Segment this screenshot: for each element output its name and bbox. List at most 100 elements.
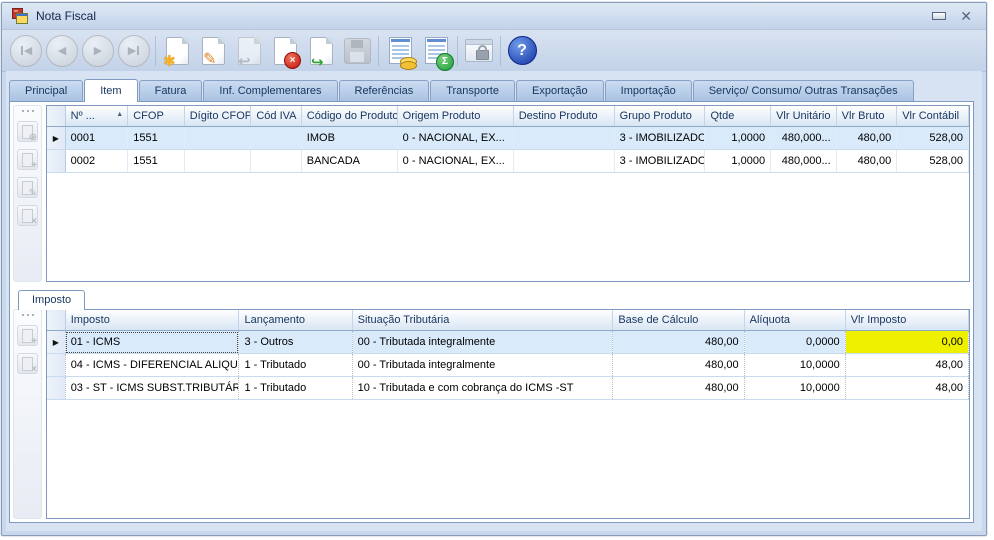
- column-header-cod-iva[interactable]: Cód IVA: [251, 106, 301, 127]
- cell[interactable]: 1551: [128, 150, 185, 173]
- column-header-lancamento[interactable]: Lançamento: [239, 310, 352, 331]
- cell[interactable]: 3 - Outros: [239, 331, 352, 354]
- column-header-cfop[interactable]: CFOP: [128, 106, 185, 127]
- cell[interactable]: [184, 127, 251, 150]
- column-header-n[interactable]: Nº ...▲: [65, 106, 128, 127]
- cell[interactable]: 10,0000: [744, 377, 845, 400]
- tab-imposto[interactable]: Imposto: [18, 290, 85, 310]
- new-record-button[interactable]: ✱: [159, 33, 195, 69]
- tab-importacao[interactable]: Importação: [605, 80, 692, 101]
- cell[interactable]: 48,00: [845, 354, 968, 377]
- cell[interactable]: [251, 127, 301, 150]
- column-header-origem-produto[interactable]: Origem Produto: [397, 106, 513, 127]
- cell[interactable]: 480,00: [836, 127, 897, 150]
- column-header-grupo-produto[interactable]: Grupo Produto: [614, 106, 705, 127]
- column-header-imposto[interactable]: Imposto: [65, 310, 239, 331]
- cell[interactable]: BANCADA: [301, 150, 397, 173]
- next-record-button[interactable]: ▶: [80, 33, 116, 69]
- items-grid: Nº ...▲CFOPDígito CFOPCód IVACódigo do P…: [46, 105, 970, 282]
- save-button[interactable]: [339, 33, 375, 69]
- column-header-vlr-imposto[interactable]: Vlr Imposto: [845, 310, 968, 331]
- edit-record-button[interactable]: ✎: [195, 33, 231, 69]
- cell[interactable]: 3 - IMOBILIZADO: [614, 150, 705, 173]
- cell[interactable]: [513, 150, 614, 173]
- tab-exportacao[interactable]: Exportação: [516, 80, 604, 101]
- cell[interactable]: 480,00: [613, 377, 744, 400]
- tab-transporte[interactable]: Transporte: [430, 80, 515, 101]
- row-indicator[interactable]: ▶: [47, 127, 65, 150]
- close-button[interactable]: ✕: [960, 11, 972, 21]
- cell[interactable]: [184, 150, 251, 173]
- item-detail-button[interactable]: ⊕: [17, 121, 38, 142]
- column-header-base-de-calculo[interactable]: Base de Cálculo: [613, 310, 744, 331]
- cell[interactable]: 03 - ST - ICMS SUBST.TRIBUTÁRIA: [65, 377, 239, 400]
- cell[interactable]: 480,00: [836, 150, 897, 173]
- cell[interactable]: 1 - Tributado: [239, 354, 352, 377]
- cell[interactable]: 0 - NACIONAL, EX...: [397, 127, 513, 150]
- column-header-destino-produto[interactable]: Destino Produto: [513, 106, 614, 127]
- tab-item[interactable]: Item: [84, 79, 137, 102]
- tax-delete-button[interactable]: ×: [17, 353, 38, 374]
- cell[interactable]: 48,00: [845, 377, 968, 400]
- cancel-record-button[interactable]: ×: [267, 33, 303, 69]
- row-indicator[interactable]: ▶: [47, 331, 65, 354]
- security-lock-button[interactable]: [461, 33, 497, 69]
- cell[interactable]: 1 - Tributado: [239, 377, 352, 400]
- tab-fatura[interactable]: Fatura: [139, 80, 203, 101]
- first-record-button[interactable]: ◀: [8, 33, 44, 69]
- row-indicator[interactable]: [47, 377, 65, 400]
- cell[interactable]: 0 - NACIONAL, EX...: [397, 150, 513, 173]
- column-header-aliquota[interactable]: Alíquota: [744, 310, 845, 331]
- cell[interactable]: 0002: [65, 150, 128, 173]
- column-header-codigo-do-produto[interactable]: Código do Produto: [301, 106, 397, 127]
- tab-referencias[interactable]: Referências: [339, 80, 430, 101]
- column-header-qtde[interactable]: Qtde: [705, 106, 771, 127]
- cell[interactable]: 01 - ICMS: [65, 331, 239, 354]
- row-indicator[interactable]: [47, 354, 65, 377]
- item-delete-button[interactable]: ×: [17, 205, 38, 226]
- column-header-vlr-bruto[interactable]: Vlr Bruto: [836, 106, 897, 127]
- cell[interactable]: 00 - Tributada integralmente: [352, 331, 613, 354]
- help-button[interactable]: ?: [504, 33, 540, 69]
- cell[interactable]: 480,00: [613, 354, 744, 377]
- cell[interactable]: [251, 150, 301, 173]
- column-header-vlr-unitario[interactable]: Vlr Unitário: [771, 106, 837, 127]
- cell[interactable]: 1551: [128, 127, 185, 150]
- invoice-totals-button[interactable]: Σ: [418, 33, 454, 69]
- cell[interactable]: 0001: [65, 127, 128, 150]
- cell[interactable]: 480,00: [613, 331, 744, 354]
- cell[interactable]: [513, 127, 614, 150]
- item-edit-button[interactable]: ✎: [17, 177, 38, 198]
- undo-button[interactable]: ↩: [231, 33, 267, 69]
- cell[interactable]: 480,000...: [771, 150, 837, 173]
- row-indicator[interactable]: [47, 150, 65, 173]
- tab-inf-complementares[interactable]: Inf. Complementares: [203, 80, 337, 101]
- cell[interactable]: 528,00: [897, 150, 969, 173]
- cell[interactable]: 3 - IMOBILIZADO: [614, 127, 705, 150]
- previous-record-button[interactable]: ◀: [44, 33, 80, 69]
- item-add-button[interactable]: +: [17, 149, 38, 170]
- cell[interactable]: 0,0000: [744, 331, 845, 354]
- last-record-button[interactable]: ▶: [116, 33, 152, 69]
- minimize-button[interactable]: [932, 12, 946, 20]
- column-header-digito-cfop[interactable]: Dígito CFOP: [184, 106, 251, 127]
- column-header-situacao-tributaria[interactable]: Situação Tributária: [352, 310, 613, 331]
- tab-servico-consumo-outras-transacoes[interactable]: Serviço/ Consumo/ Outras Transações: [693, 80, 914, 101]
- nota-fiscal-window: Nota Fiscal ✕ ◀ ◀ ▶ ▶ ✱ ✎ ↩ × ↪ Σ ? Prin…: [1, 2, 987, 536]
- cell[interactable]: IMOB: [301, 127, 397, 150]
- cell[interactable]: 0,00: [845, 331, 968, 354]
- cell[interactable]: 04 - ICMS - DIFERENCIAL ALIQU...: [65, 354, 239, 377]
- tax-add-button[interactable]: +: [17, 325, 38, 346]
- column-header-vlr-contabil[interactable]: Vlr Contábil: [897, 106, 969, 127]
- cell[interactable]: 10,0000: [744, 354, 845, 377]
- cell[interactable]: 10 - Tributada e com cobrança do ICMS -S…: [352, 377, 613, 400]
- cell[interactable]: 480,000...: [771, 127, 837, 150]
- cell[interactable]: 00 - Tributada integralmente: [352, 354, 613, 377]
- confirm-record-button[interactable]: ↪: [303, 33, 339, 69]
- tab-principal[interactable]: Principal: [9, 80, 83, 101]
- title-bar[interactable]: Nota Fiscal ✕: [2, 3, 986, 30]
- invoice-values-button[interactable]: [382, 33, 418, 69]
- cell[interactable]: 1,0000: [705, 150, 771, 173]
- cell[interactable]: 528,00: [897, 127, 969, 150]
- cell[interactable]: 1,0000: [705, 127, 771, 150]
